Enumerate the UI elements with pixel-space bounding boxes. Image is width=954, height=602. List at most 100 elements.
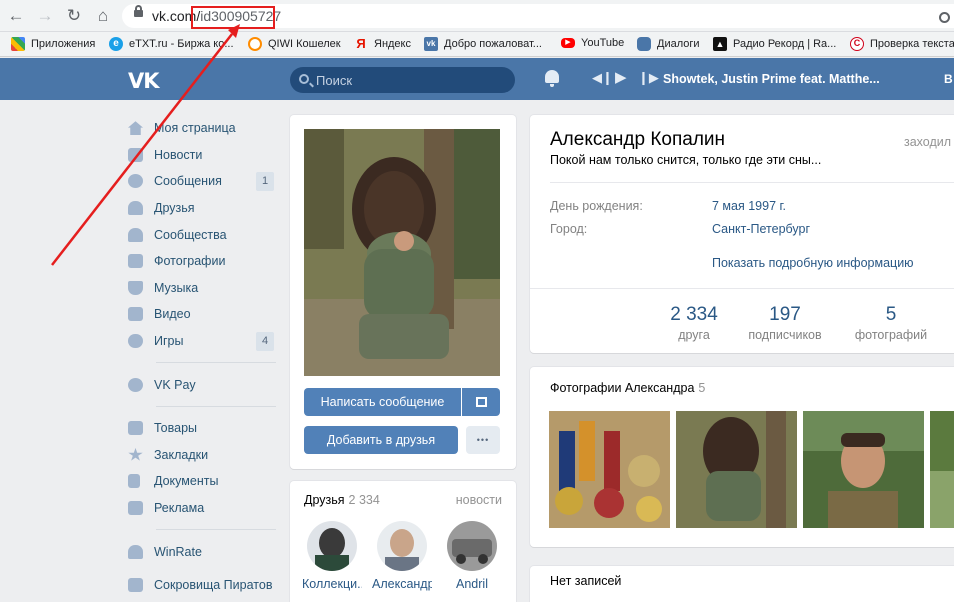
bookmark-item[interactable]: QIWI Кошелек	[248, 37, 341, 51]
no-posts-text: Нет записей	[550, 574, 622, 588]
previous-track-icon[interactable]: ◀❙	[592, 70, 613, 86]
games-icon	[128, 334, 143, 349]
forward-arrow-icon[interactable]: →	[35, 6, 55, 26]
home-icon[interactable]: ⌂	[93, 6, 113, 26]
friends-title[interactable]: Друзья 2 334	[304, 493, 380, 507]
add-friend-button[interactable]: Добавить в друзья	[304, 426, 458, 454]
gift-button[interactable]	[462, 388, 500, 416]
bookmarks-star-icon	[128, 447, 143, 461]
camera-icon	[128, 254, 143, 269]
friends-card: Друзья 2 334 новости Коллекци... Александ…	[290, 481, 516, 602]
bookmark-item[interactable]: C Проверка текста	[850, 37, 954, 51]
back-arrow-icon[interactable]: ←	[6, 6, 26, 26]
etxt-icon: e	[109, 37, 123, 51]
lock-icon	[134, 5, 143, 17]
search-input[interactable]	[316, 70, 496, 90]
birthday-label: День рождения:	[550, 199, 643, 213]
photos-title[interactable]: Фотографии Александра 5	[550, 381, 705, 395]
sidebar-item-friends[interactable]: Друзья	[128, 195, 276, 222]
sidebar-item-video[interactable]: Видео	[128, 301, 276, 328]
photo-thumbnail[interactable]	[803, 411, 924, 528]
zoom-icon[interactable]	[939, 12, 950, 23]
friend-item[interactable]: Александр	[372, 521, 432, 591]
profile-info-card: Александр Копалин Покой нам только снитс…	[530, 115, 954, 353]
qiwi-icon	[248, 37, 262, 51]
show-more-info-link[interactable]: Показать подробную информацию	[712, 256, 914, 270]
gift-icon	[475, 397, 487, 407]
bookmark-item[interactable]: e eTXT.ru - Биржа ко...	[109, 37, 234, 51]
documents-icon	[128, 474, 140, 489]
bookmark-item[interactable]: vk Добро пожаловат...	[424, 37, 542, 51]
radio-record-icon: ▲	[713, 37, 727, 51]
friends-news-link[interactable]: новости	[456, 493, 502, 507]
city-value[interactable]: Санкт-Петербург	[712, 222, 810, 236]
games-count-badge: 4	[256, 331, 274, 351]
sidebar-item-photos[interactable]: Фотографии	[128, 248, 276, 275]
goods-icon	[128, 421, 143, 436]
current-track[interactable]: Showtek, Justin Prime feat. Matthe...	[663, 72, 880, 86]
video-icon	[128, 307, 143, 322]
sidebar-item-documents[interactable]: Документы	[128, 468, 276, 495]
vk-logo[interactable]: VK	[128, 69, 160, 93]
bookmark-item[interactable]: Я Яндекс	[354, 37, 411, 51]
sidebar-item-music[interactable]: Музыка	[128, 275, 276, 302]
play-icon[interactable]: ▶	[615, 68, 627, 86]
menu-divider	[156, 529, 276, 531]
apps-grid-icon	[11, 37, 25, 51]
menu-divider	[156, 405, 276, 407]
profile-photo[interactable]	[304, 129, 500, 376]
sidebar-item-my-page[interactable]: Моя страница	[128, 115, 276, 142]
stat-followers[interactable]: 197 подписчиков	[730, 304, 840, 342]
stat-photos[interactable]: 5 фотографий	[836, 304, 946, 342]
browser-toolbar: ← → ↻ ⌂ vk.com/id300905727	[0, 0, 954, 32]
sidebar-item-messages[interactable]: Сообщения 1	[128, 168, 276, 195]
more-actions-button[interactable]: •••	[466, 426, 500, 454]
sidebar-item-news[interactable]: Новости	[128, 142, 276, 169]
divider	[550, 182, 954, 183]
friend-avatar	[377, 521, 427, 571]
sidebar-item-bookmarks[interactable]: Закладки	[128, 442, 276, 469]
yandex-icon: Я	[356, 36, 366, 51]
news-icon	[128, 147, 143, 162]
sidebar-item-goods[interactable]: Товары	[128, 415, 276, 442]
birthday-value[interactable]: 7 мая 1997 г.	[712, 199, 786, 213]
photo-thumbnail[interactable]	[676, 411, 797, 528]
youtube-icon: ▶	[561, 38, 575, 48]
write-message-button[interactable]: Написать сообщение	[304, 388, 461, 416]
sidebar-item-app[interactable]: Сокровища Пиратов	[128, 574, 276, 592]
photo-thumbnail[interactable]	[930, 411, 954, 528]
home-icon	[128, 121, 143, 136]
next-track-icon[interactable]: ❙▶	[638, 70, 659, 86]
bookmark-item[interactable]: ▲ Радио Рекорд | Ra...	[713, 37, 836, 51]
ads-icon	[128, 501, 143, 516]
sidebar-item-vkpay[interactable]: VK Pay	[128, 371, 276, 398]
bookmark-item[interactable]: ▶ YouTube	[561, 37, 624, 49]
sidebar-item-communities[interactable]: Сообщества	[128, 221, 276, 248]
reload-icon[interactable]: ↻	[64, 6, 84, 26]
music-icon	[128, 280, 143, 295]
copyright-icon: C	[850, 37, 864, 51]
friend-avatar	[447, 521, 497, 571]
profile-status[interactable]: Покой нам только снится, только где эти …	[550, 153, 821, 167]
communities-icon	[128, 227, 143, 242]
header-user-name-edge[interactable]: В	[944, 72, 953, 86]
friend-item[interactable]: Andril	[442, 521, 502, 591]
messages-count-badge: 1	[256, 172, 274, 192]
bookmarks-bar: Приложения e eTXT.ru - Биржа ко... QIWI К…	[0, 32, 954, 57]
sidebar-item-ads[interactable]: Реклама	[128, 495, 276, 522]
vk-header: VK ◀❙ ▶ ❙▶ Showtek, Justin Prime feat. M…	[0, 58, 954, 100]
search-box[interactable]	[290, 67, 515, 93]
bell-icon[interactable]	[545, 70, 559, 87]
bookmark-item[interactable]: Диалоги	[637, 37, 700, 51]
wall-card: Нет записей	[530, 566, 954, 602]
sidebar-item-games[interactable]: Игры 4	[128, 328, 276, 355]
winrate-icon	[128, 544, 143, 559]
messages-icon	[128, 174, 143, 189]
photo-thumbnail[interactable]	[549, 411, 670, 528]
friend-avatar	[307, 521, 357, 571]
side-menu: Моя страница Новости Сообщения 1 Друзья С…	[128, 115, 276, 592]
vk-icon: vk	[424, 37, 438, 51]
sidebar-item-winrate[interactable]: WinRate	[128, 538, 276, 565]
friend-item[interactable]: Коллекци...	[302, 521, 362, 591]
bookmark-item[interactable]: Приложения	[11, 37, 95, 51]
